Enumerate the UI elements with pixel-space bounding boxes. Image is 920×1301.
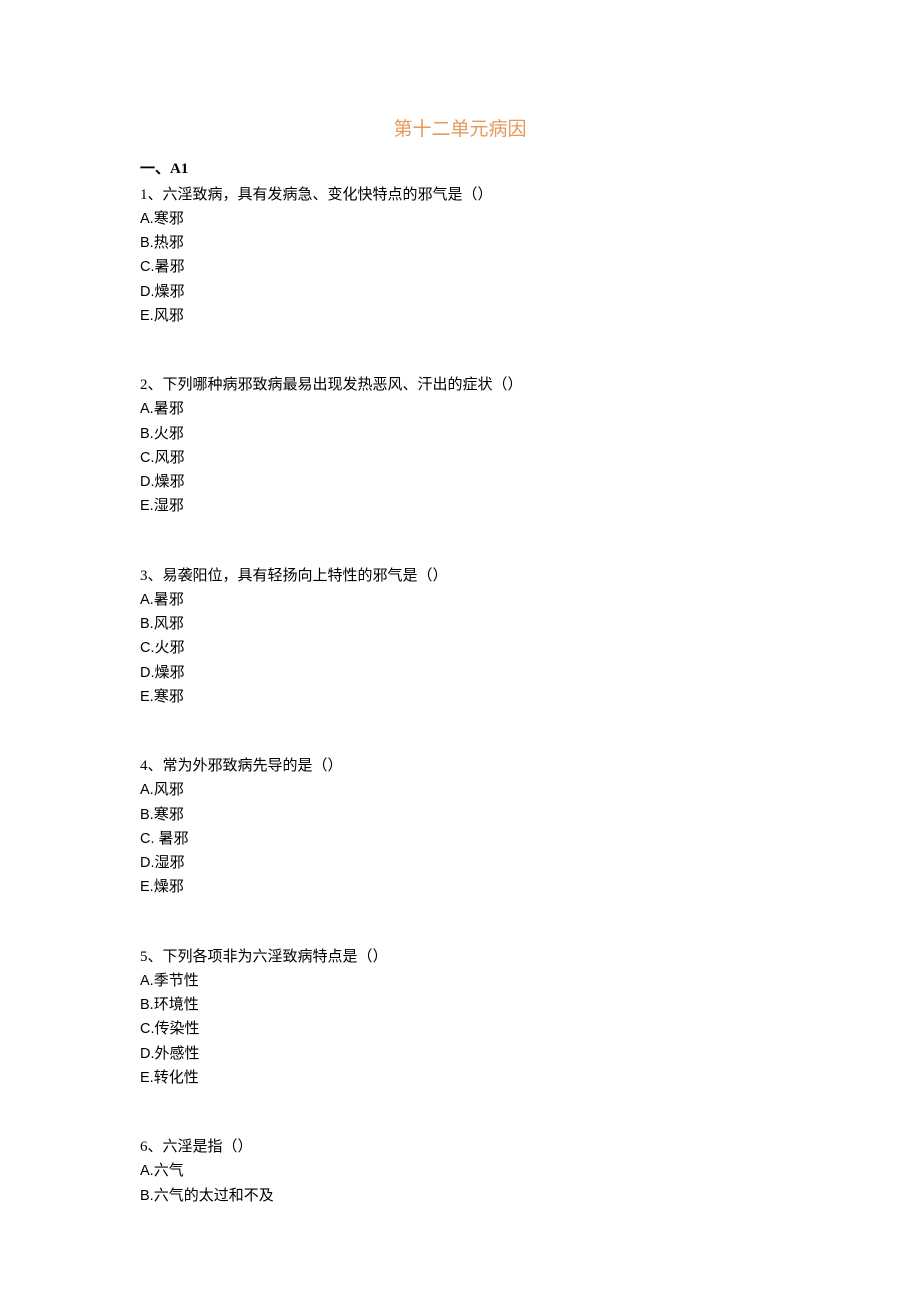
option-text: 环境性 (154, 997, 199, 1013)
option-text: 六气的太过和不及 (154, 1188, 274, 1204)
section-header: 一、A1 (140, 158, 780, 181)
option-letter: A. (140, 782, 154, 798)
option: A.寒邪 (140, 208, 780, 231)
option: D.外感性 (140, 1043, 780, 1066)
option-text: 暑邪 (154, 592, 184, 608)
option-letter: D. (140, 474, 155, 490)
question-text: 3、易袭阳位，具有轻扬向上特性的邪气是（） (140, 565, 780, 588)
option-text: 风邪 (154, 782, 184, 798)
option-text: 转化性 (154, 1070, 199, 1086)
option: C.风邪 (140, 447, 780, 470)
option: E.湿邪 (140, 495, 780, 518)
option: B.热邪 (140, 232, 780, 255)
option-letter: B. (140, 616, 154, 632)
option: E.寒邪 (140, 686, 780, 709)
option-text: 暑邪 (154, 401, 184, 417)
option-text: 热邪 (154, 235, 184, 251)
option-letter: D. (140, 284, 155, 300)
option: A.风邪 (140, 779, 780, 802)
option-text: 暑邪 (159, 831, 189, 847)
option-text: 风邪 (155, 450, 185, 466)
option-letter: E. (140, 879, 154, 895)
document-title: 第十二单元病因 (140, 115, 780, 144)
question-block: 3、易袭阳位，具有轻扬向上特性的邪气是（）A.暑邪B.风邪C.火邪D.燥邪E.寒… (140, 565, 780, 710)
option-letter: D. (140, 665, 155, 681)
option-letter: D. (140, 1046, 155, 1062)
option-letter: C. (140, 450, 155, 466)
question-block: 4、常为外邪致病先导的是（）A.风邪B.寒邪C. 暑邪D.湿邪E.燥邪 (140, 755, 780, 900)
question-text: 1、六淫致病，具有发病急、变化快特点的邪气是（） (140, 184, 780, 207)
option: C.火邪 (140, 637, 780, 660)
option-text: 寒邪 (154, 807, 184, 823)
option: A.季节性 (140, 970, 780, 993)
option-letter: C. (140, 1021, 155, 1037)
option-letter: A. (140, 211, 154, 227)
option: E.转化性 (140, 1067, 780, 1090)
option-letter: B. (140, 426, 154, 442)
option-letter: C. (140, 259, 155, 275)
option-letter: B. (140, 235, 154, 251)
option-text: 燥邪 (155, 474, 185, 490)
option-text: 湿邪 (154, 498, 184, 514)
question-block: 6、六淫是指（）A.六气B.六气的太过和不及 (140, 1136, 780, 1208)
option-letter: B. (140, 1188, 154, 1204)
option: B.环境性 (140, 994, 780, 1017)
option: B.六气的太过和不及 (140, 1185, 780, 1208)
option-letter: E. (140, 308, 154, 324)
option: A.六气 (140, 1160, 780, 1183)
option: B.风邪 (140, 613, 780, 636)
option-letter: B. (140, 997, 154, 1013)
option: D.燥邪 (140, 471, 780, 494)
option: D.燥邪 (140, 281, 780, 304)
option: E.风邪 (140, 305, 780, 328)
option-text: 燥邪 (155, 284, 185, 300)
option: C.传染性 (140, 1018, 780, 1041)
option: A.暑邪 (140, 589, 780, 612)
option-letter: C. (140, 640, 155, 656)
option-text: 燥邪 (155, 665, 185, 681)
option-letter: A. (140, 973, 154, 989)
option-text: 寒邪 (154, 211, 184, 227)
option-letter: C. (140, 831, 159, 847)
question-text: 2、下列哪种病邪致病最易出现发热恶风、汗出的症状（） (140, 374, 780, 397)
option-text: 火邪 (154, 426, 184, 442)
option: C. 暑邪 (140, 828, 780, 851)
question-text: 6、六淫是指（） (140, 1136, 780, 1159)
option-letter: E. (140, 498, 154, 514)
option-letter: E. (140, 689, 154, 705)
option: C.暑邪 (140, 256, 780, 279)
option-text: 湿邪 (155, 855, 185, 871)
question-block: 2、下列哪种病邪致病最易出现发热恶风、汗出的症状（）A.暑邪B.火邪C.风邪D.… (140, 374, 780, 519)
option: E.燥邪 (140, 876, 780, 899)
option-text: 六气 (154, 1163, 184, 1179)
option: D.湿邪 (140, 852, 780, 875)
question-block: 5、下列各项非为六淫致病特点是（）A.季节性B.环境性C.传染性D.外感性E.转… (140, 946, 780, 1091)
option-letter: E. (140, 1070, 154, 1086)
option-text: 燥邪 (154, 879, 184, 895)
option-text: 风邪 (154, 308, 184, 324)
option: D.燥邪 (140, 662, 780, 685)
option-text: 季节性 (154, 973, 199, 989)
option-text: 外感性 (155, 1046, 200, 1062)
option-letter: D. (140, 855, 155, 871)
question-text: 5、下列各项非为六淫致病特点是（） (140, 946, 780, 969)
question-text: 4、常为外邪致病先导的是（） (140, 755, 780, 778)
option-text: 传染性 (155, 1021, 200, 1037)
option-letter: A. (140, 592, 154, 608)
option-letter: A. (140, 1163, 154, 1179)
option-letter: A. (140, 401, 154, 417)
question-block: 1、六淫致病，具有发病急、变化快特点的邪气是（）A.寒邪B.热邪C.暑邪D.燥邪… (140, 184, 780, 329)
option-letter: B. (140, 807, 154, 823)
option-text: 寒邪 (154, 689, 184, 705)
option-text: 风邪 (154, 616, 184, 632)
option-text: 火邪 (155, 640, 185, 656)
option: A.暑邪 (140, 398, 780, 421)
option: B.寒邪 (140, 804, 780, 827)
option-text: 暑邪 (155, 259, 185, 275)
option: B.火邪 (140, 423, 780, 446)
